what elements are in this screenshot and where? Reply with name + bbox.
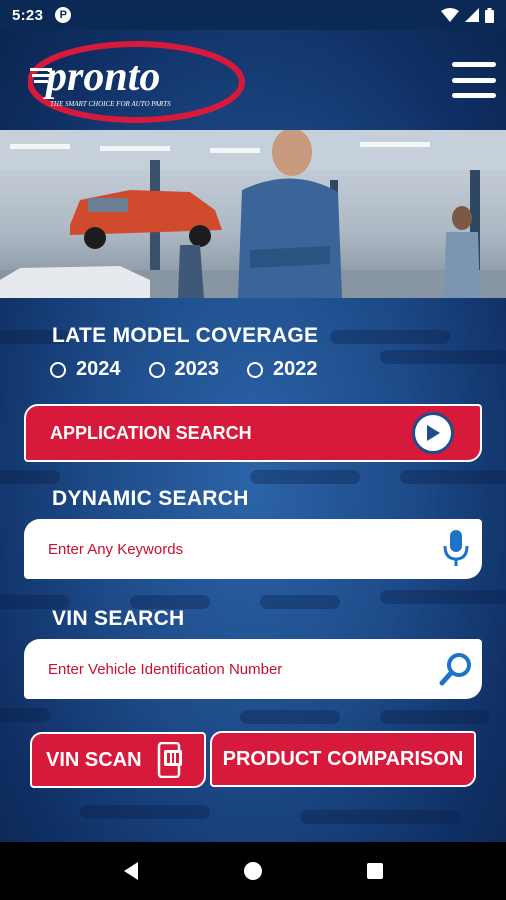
year-radio-2022[interactable]: 2022 — [247, 358, 318, 381]
year-label: 2024 — [76, 358, 121, 380]
hamburger-menu-icon[interactable] — [452, 62, 496, 98]
year-label: 2023 — [174, 358, 220, 380]
svg-text:pronto: pronto — [43, 54, 160, 100]
year-radio-2024[interactable]: 2024 — [50, 358, 121, 381]
radio-circle-icon[interactable] — [148, 361, 165, 378]
back-icon[interactable] — [122, 861, 140, 881]
play-arrow-icon[interactable] — [412, 412, 454, 454]
vin-scan-label: VIN SCAN — [46, 748, 142, 771]
vin-scan-button[interactable]: VIN SCAN — [30, 732, 206, 788]
microphone-icon[interactable] — [430, 530, 482, 568]
radio-circle-icon[interactable] — [50, 361, 66, 378]
year-label: 2022 — [273, 358, 318, 380]
vin-search-title: VIN SEARCH — [52, 607, 185, 630]
status-time: 5:23 — [12, 6, 44, 24]
late-model-coverage-title: LATE MODEL COVERAGE — [52, 324, 319, 347]
radio-circle-icon[interactable] — [247, 361, 263, 378]
application-search-button[interactable]: APPLICATION SEARCH — [24, 404, 482, 462]
year-radio-2023[interactable]: 2023 — [148, 358, 220, 381]
vin-search-field — [24, 639, 482, 699]
dynamic-search-title: DYNAMIC SEARCH — [52, 487, 249, 510]
battery-icon — [485, 7, 494, 23]
app-notification-icon: P — [55, 7, 72, 23]
home-icon[interactable] — [243, 861, 263, 881]
keyword-search-input[interactable] — [48, 540, 430, 558]
svg-text:THE SMART CHOICE FOR AUTO PART: THE SMART CHOICE FOR AUTO PARTS — [50, 100, 171, 108]
coverage-year-options: 2024 2023 2022 — [50, 358, 318, 381]
system-navigation-bar — [0, 842, 506, 900]
product-comparison-label: PRODUCT COMPARISON — [222, 747, 464, 770]
header: pronto THE SMART CHOICE FOR AUTO PARTS — [0, 30, 506, 130]
signal-icon — [465, 8, 479, 22]
application-search-label: APPLICATION SEARCH — [50, 422, 252, 443]
wifi-icon — [441, 8, 459, 22]
pronto-logo[interactable]: pronto THE SMART CHOICE FOR AUTO PARTS — [28, 38, 248, 126]
recents-icon[interactable] — [366, 862, 384, 880]
status-bar: 5:23 P — [0, 0, 506, 30]
status-icons — [441, 7, 494, 23]
vin-search-input[interactable] — [48, 660, 430, 678]
dynamic-search-field — [24, 519, 482, 579]
scan-phone-icon — [157, 742, 182, 778]
product-comparison-button[interactable]: PRODUCT COMPARISON — [210, 731, 476, 787]
hero-image — [0, 130, 506, 298]
search-icon[interactable] — [430, 652, 482, 686]
app-screen: pronto THE SMART CHOICE FOR AUTO PARTS L… — [0, 30, 506, 842]
